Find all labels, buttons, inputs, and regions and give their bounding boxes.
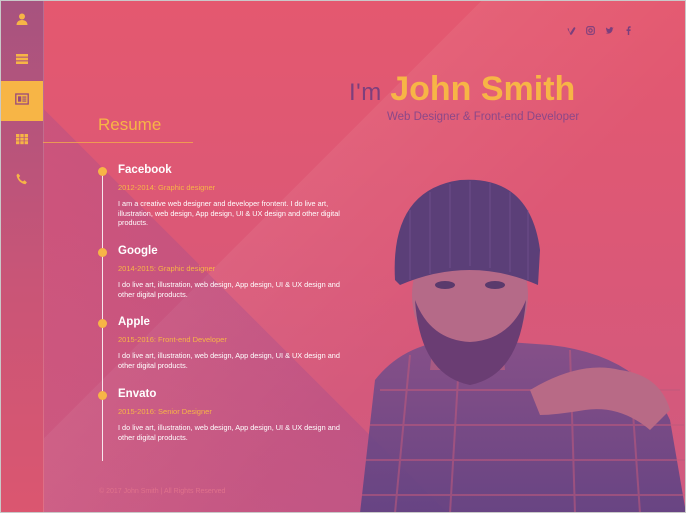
nav-contact-button[interactable]: [0, 161, 43, 201]
stack-icon: [15, 52, 29, 71]
entry-company: Apple: [118, 316, 150, 328]
entry-company: Google: [118, 245, 158, 257]
facebook-icon[interactable]: [623, 24, 633, 36]
nav-about-button[interactable]: [0, 1, 43, 41]
timeline-entry: Apple 2015-2016: Front-end Developer I d…: [98, 316, 343, 370]
hero-name: John Smith: [390, 70, 576, 108]
hero-prefix: I'm: [349, 79, 382, 106]
resume-title-underline: [43, 142, 193, 143]
timeline-line: [102, 170, 103, 461]
timeline-dot: [98, 319, 107, 328]
entry-role: 2015-2016: Senior Designer: [118, 407, 212, 416]
timeline-dot: [98, 391, 107, 400]
resume-card-icon: [14, 92, 29, 111]
social-links: [566, 24, 633, 36]
twitter-icon[interactable]: [604, 24, 614, 36]
entry-description: I am a creative web designer and develop…: [118, 199, 340, 227]
entry-role: 2012-2014: Graphic designer: [118, 183, 216, 192]
timeline-entry: Google 2014-2015: Graphic designer I do …: [98, 245, 343, 299]
footer-copyright: © 2017 John Smith | All Rights Reserved: [99, 488, 226, 495]
entry-role: 2014-2015: Graphic designer: [118, 264, 216, 273]
timeline-dot: [98, 248, 107, 257]
vimeo-icon[interactable]: [566, 24, 576, 36]
hero-subtitle: Web Designer & Front-end Developer: [387, 111, 580, 123]
timeline-entry: Envato 2015-2016: Senior Designer I do l…: [98, 388, 343, 442]
entry-company: Facebook: [118, 164, 172, 176]
nav-resume-button[interactable]: [0, 81, 43, 121]
timeline-entry: Facebook 2012-2014: Graphic designer I a…: [98, 164, 343, 228]
entry-role: 2015-2016: Front-end Developer: [118, 335, 227, 344]
entry-description: I do live art, illustration, web design,…: [118, 280, 340, 299]
instagram-icon[interactable]: [585, 24, 595, 36]
hero-heading: I'm John Smith: [349, 70, 575, 109]
sidebar-nav: [0, 0, 44, 513]
user-icon: [15, 12, 29, 31]
phone-icon: [15, 172, 29, 191]
entry-company: Envato: [118, 388, 157, 400]
timeline-dot: [98, 167, 107, 176]
resume-title: Resume: [98, 115, 162, 134]
nav-portfolio-button[interactable]: [0, 121, 43, 161]
entry-description: I do live art, illustration, web design,…: [118, 423, 340, 442]
entry-description: I do live art, illustration, web design,…: [118, 351, 340, 370]
portrait-photo: [360, 179, 686, 513]
nav-services-button[interactable]: [0, 41, 43, 81]
grid-icon: [15, 132, 29, 151]
